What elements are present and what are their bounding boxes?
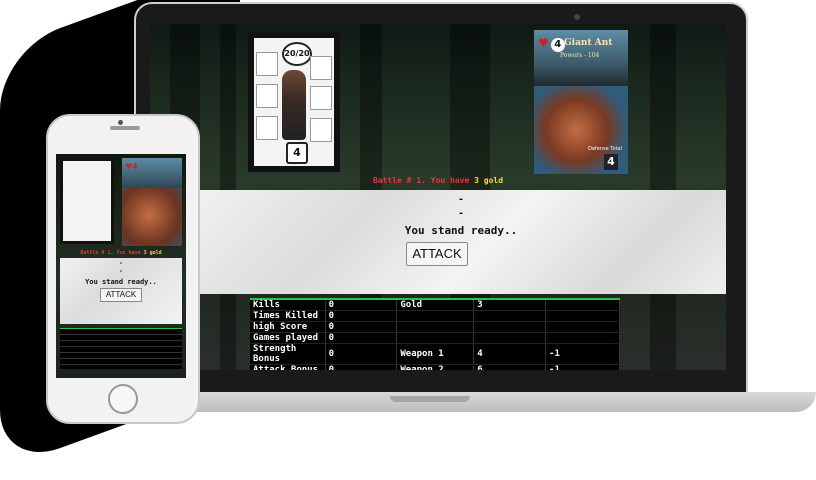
phone-monster-hp: ♥4 [125,162,138,171]
phone-gold-amount: 3 gold [143,250,162,256]
stats-cell: Attack Bonus [250,364,326,370]
phone-speaker [110,126,140,130]
stats-cell: Times Killed [250,310,326,322]
monster-defense-label: Defense Total [588,146,622,152]
hero-stat-card [256,116,278,140]
hero-stat-card [310,118,332,142]
laptop-base [130,392,816,412]
stats-table: Kills 0 Gold 3 Times Killed 0 high Score 0 Games… [250,298,620,370]
battle-log-line: - [457,194,465,205]
hero-stat-card [256,84,278,108]
stats-row: Attack Bonus 0 Weapon 2 6 -1 [250,364,620,370]
stats-row: Games played 0 [250,332,620,344]
phone-battle-status-text: Battle # 1. You have [80,250,141,256]
hero-hp: 20/20 [282,42,312,66]
stats-cell [473,332,547,344]
hero-card-face: 20/20 4 [254,38,334,166]
hero-stat-card [310,56,332,80]
stats-cell: 0 [325,343,398,365]
hero-stat-card [256,52,278,76]
battle-status: Battle # 1. You have 3 gold [150,176,726,185]
laptop-screen: 20/20 4 ♥ 4 Giant Ant Powers - 104 Defens… [150,24,726,370]
hero-stat-card [310,86,332,110]
stats-cell: 6 [473,364,547,370]
stats-cell: Strength Bonus [250,343,326,365]
stats-cell: Gold [396,300,475,311]
stats-cell: -1 [545,364,620,370]
stats-cell: Kills [250,300,326,311]
phone-hero-card-face [63,161,111,241]
stats-cell [396,332,475,344]
phone-hero-card [60,158,114,244]
phone-battle-stage: - - You stand ready.. ATTACK [60,258,182,324]
monster-defense: 4 [604,154,618,170]
phone-camera [118,120,123,125]
stats-cell: Weapon 1 [396,343,475,365]
stats-cell [545,310,620,322]
hero-portrait [282,70,306,140]
stats-cell [396,310,475,322]
stats-cell: 4 [473,343,547,365]
laptop-camera [574,14,580,20]
monster-hp: ♥ 4 [538,36,565,52]
monster-hp-value: 4 [550,38,565,52]
stats-cell: -1 [545,343,620,365]
laptop-notch [390,396,470,402]
battle-status-text: Battle # 1. You have [372,176,470,185]
stats-row: Times Killed 0 [250,310,620,322]
stats-cell [545,332,620,344]
stats-cell: Weapon 2 [396,364,475,370]
stats-grid: Kills 0 Gold 3 Times Killed 0 high Score 0 Games… [250,300,620,370]
monster-card: ♥ 4 Giant Ant Powers - 104 Defense Total … [534,30,628,174]
stats-row: Kills 0 Gold 3 [250,300,620,311]
stats-cell: 0 [325,332,398,344]
hero-level: 4 [286,142,308,164]
gold-amount: 3 gold [474,176,504,185]
phone-screen: ♥4 Battle # 1. You have 3 gold - - You s… [56,154,186,378]
stats-cell [545,300,620,311]
stats-cell: 0 [325,364,398,370]
stats-cell: high Score [250,321,326,333]
stats-cell: 0 [325,321,398,333]
phone-monster-card: ♥4 [122,158,182,246]
monster-subtitle: Powers - 104 [560,52,600,59]
stats-cell: 0 [325,310,398,322]
phone-stats-row [60,359,182,365]
stats-row: high Score 0 [250,321,620,333]
phone-battle-log-line: - [119,268,123,275]
battle-message: You stand ready.. [404,224,518,237]
hero-card: 20/20 4 [248,32,340,172]
battle-stage: - - You stand ready.. ATTACK [196,190,726,294]
stats-cell: Games played [250,332,326,344]
phone-stats-table [60,328,182,369]
stats-cell: 3 [473,300,547,311]
attack-button[interactable]: ATTACK [406,242,468,266]
monster-name: Giant Ant [564,38,613,48]
phone-battle-message: You stand ready.. [85,278,157,286]
stats-row: Strength Bonus 0 Weapon 1 4 -1 [250,343,620,365]
phone-monster-hp-value: 4 [132,162,138,171]
phone-battle-status: Battle # 1. You have 3 gold [56,250,186,256]
stats-cell [473,310,547,322]
stats-cell [396,321,475,333]
phone-attack-button[interactable]: ATTACK [100,288,142,302]
phone-battle-log-line: - [119,260,123,267]
stats-cell [473,321,547,333]
stats-cell [545,321,620,333]
stats-cell: 0 [325,300,398,311]
phone-home-button[interactable] [108,384,138,414]
battle-log-line: - [457,208,465,219]
